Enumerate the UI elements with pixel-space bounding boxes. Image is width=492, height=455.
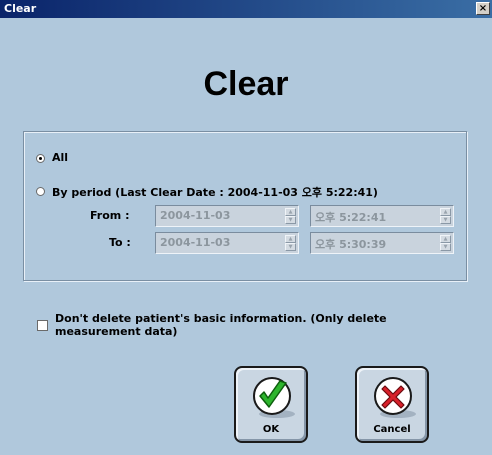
- by-period-radio[interactable]: [36, 187, 45, 196]
- from-label: From :: [90, 209, 130, 222]
- spin-up-icon[interactable]: ▲: [285, 235, 296, 243]
- from-date-field[interactable]: 2004-11-03 ▲ ▼: [155, 205, 299, 227]
- keep-basic-info-checkbox[interactable]: [37, 320, 48, 331]
- by-period-label: By period (Last Clear Date : 2004-11-03 …: [52, 186, 378, 199]
- cancel-label: Cancel: [373, 424, 411, 435]
- from-time-field[interactable]: 오후 5:22:41 ▲ ▼: [310, 205, 454, 227]
- clear-dialog: Clear × Clear All By period (Last Clear …: [0, 0, 492, 455]
- ok-label: OK: [262, 424, 280, 435]
- from-date-value: 2004-11-03: [160, 209, 231, 222]
- from-time-spinner[interactable]: ▲ ▼: [440, 208, 451, 224]
- spin-down-icon[interactable]: ▼: [440, 243, 451, 251]
- close-button[interactable]: ×: [476, 2, 490, 15]
- page-title: Clear: [203, 65, 289, 103]
- to-date-value: 2004-11-03: [160, 236, 231, 249]
- to-time-spinner[interactable]: ▲ ▼: [440, 235, 451, 251]
- ok-button[interactable]: OK: [234, 366, 308, 443]
- cancel-button[interactable]: Cancel: [355, 366, 429, 443]
- x-mark-icon: [374, 377, 416, 418]
- keep-basic-info-label: Don't delete patient's basic information…: [55, 312, 387, 338]
- from-date-spinner[interactable]: ▲ ▼: [285, 208, 296, 224]
- checkmark-icon: [253, 377, 295, 418]
- to-date-spinner[interactable]: ▲ ▼: [285, 235, 296, 251]
- from-time-value: 오후 5:22:41: [315, 211, 387, 224]
- spin-up-icon[interactable]: ▲: [440, 235, 451, 243]
- to-time-value: 오후 5:30:39: [315, 238, 387, 251]
- to-time-field[interactable]: 오후 5:30:39 ▲ ▼: [310, 232, 454, 254]
- spin-down-icon[interactable]: ▼: [285, 243, 296, 251]
- all-radio[interactable]: [36, 154, 45, 163]
- to-date-field[interactable]: 2004-11-03 ▲ ▼: [155, 232, 299, 254]
- spin-up-icon[interactable]: ▲: [440, 208, 451, 216]
- close-icon: ×: [478, 2, 488, 14]
- all-label: All: [52, 151, 69, 164]
- spin-up-icon[interactable]: ▲: [285, 208, 296, 216]
- window-title: Clear: [4, 2, 37, 15]
- spin-down-icon[interactable]: ▼: [285, 216, 296, 224]
- to-label: To :: [109, 236, 131, 249]
- title-bar[interactable]: Clear ×: [0, 0, 492, 18]
- spin-down-icon[interactable]: ▼: [440, 216, 451, 224]
